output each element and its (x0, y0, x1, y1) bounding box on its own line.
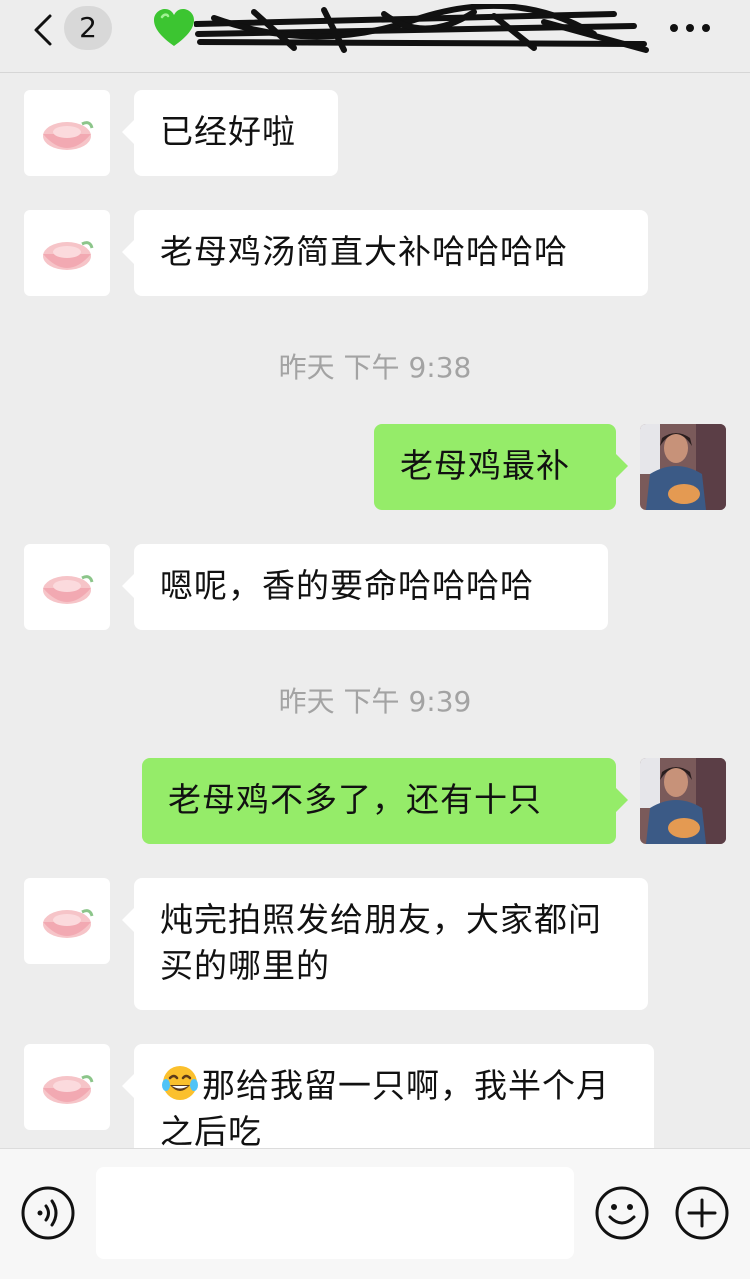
my-avatar[interactable] (640, 424, 726, 510)
contact-avatar[interactable] (24, 544, 110, 630)
peach-bowl-icon (43, 1075, 94, 1104)
timestamp: 昨天 下午 9:39 (278, 685, 472, 718)
green-heart-icon (154, 9, 194, 46)
user-photo-icon (640, 758, 726, 844)
message-text: 已经好啦 (160, 112, 296, 151)
incoming-message-bubble[interactable]: 炖完拍照发给朋友，大家都问买的哪里的 (122, 878, 648, 1010)
incoming-message-bubble[interactable]: 老母鸡汤简直大补哈哈哈哈 (122, 210, 648, 296)
outgoing-message-bubble[interactable]: 老母鸡不多了，还有十只 (142, 758, 628, 844)
incoming-message-bubble[interactable]: 嗯呢，香的要命哈哈哈哈 (122, 544, 608, 630)
chevron-left-icon[interactable] (28, 12, 58, 48)
contact-avatar[interactable] (24, 878, 110, 964)
chat-title: 💚 (150, 4, 650, 54)
timestamp: 昨天 下午 9:38 (278, 351, 472, 384)
peach-bowl-icon (43, 241, 94, 270)
emoji-icon[interactable] (594, 1185, 650, 1241)
tears-of-joy-icon (162, 1066, 198, 1100)
peach-bowl-icon (43, 909, 94, 938)
outgoing-message-bubble[interactable]: 老母鸡最补 (374, 424, 628, 510)
message-text: 老母鸡汤简直大补哈哈哈哈 (160, 232, 568, 271)
contact-avatar[interactable] (24, 90, 110, 176)
redaction-scribble (194, 4, 649, 53)
voice-icon[interactable] (20, 1185, 76, 1241)
plus-icon[interactable] (674, 1185, 730, 1241)
message-text: 嗯呢，香的要命哈哈哈哈 (160, 566, 534, 605)
incoming-message-bubble[interactable]: 那给我留一只啊，我半个月之后吃 (122, 1044, 654, 1148)
input-toolbar (0, 1148, 750, 1279)
peach-bowl-icon (43, 575, 94, 604)
incoming-message-bubble[interactable]: 已经好啦 (122, 90, 338, 176)
peach-bowl-icon (43, 121, 94, 150)
contact-avatar[interactable] (24, 210, 110, 296)
user-photo-icon (640, 424, 726, 510)
unread-count-badge[interactable]: 2 (64, 6, 112, 50)
message-list[interactable]: 已经好啦 老母鸡汤简直大补哈哈哈哈 昨天 下午 9:38 老母鸡最补 嗯呢，香的… (0, 73, 750, 1148)
my-avatar[interactable] (640, 758, 726, 844)
contact-avatar[interactable] (24, 1044, 110, 1130)
chat-header: 2 💚 (0, 0, 750, 73)
message-text: 炖完拍照发给朋友，大家都问买的哪里的 (160, 900, 602, 985)
more-dots-icon[interactable] (666, 14, 714, 42)
message-text: 老母鸡最补 (400, 446, 570, 485)
message-text: 那给我留一只啊，我半个月之后吃 (160, 1066, 610, 1148)
message-text: 老母鸡不多了，还有十只 (168, 780, 542, 819)
message-input[interactable] (96, 1167, 574, 1259)
